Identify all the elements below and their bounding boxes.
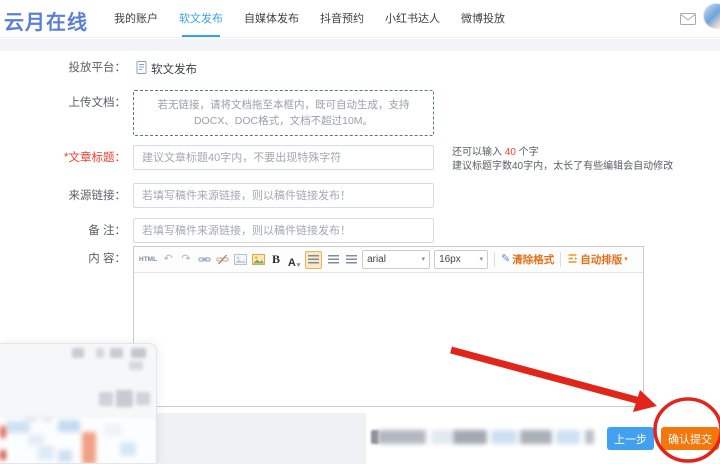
blurred-toolbar-block xyxy=(131,348,146,358)
upload-dropzone[interactable]: 若无链接，请将文档拖至本框内，既可自动生成，支持DOCX、DOC格式，文档不超过… xyxy=(133,90,434,136)
auto-format-label: 自动排版 xyxy=(580,254,623,266)
align-left-icon xyxy=(308,255,320,264)
caret-down-icon: ▾ xyxy=(421,256,426,263)
counter-count: 40 xyxy=(504,147,516,158)
auto-format-button[interactable]: 自动排版 ▾ xyxy=(567,251,628,269)
font-size-value: 16px xyxy=(439,254,461,265)
previous-step-button[interactable]: 上一步 xyxy=(607,427,654,450)
blurred-content-block xyxy=(116,390,133,407)
editor-content-area[interactable] xyxy=(134,273,643,406)
font-family-value: arial xyxy=(367,254,386,265)
font-color-letter: A xyxy=(287,256,296,269)
blurred-thumbnail-area xyxy=(0,418,155,463)
caret-down-icon: ▾ xyxy=(296,261,301,269)
nav-item-article-publish[interactable]: 软文发布 xyxy=(179,0,223,38)
source-label: 来源链接： xyxy=(68,190,127,202)
image-icon[interactable] xyxy=(233,251,247,269)
counter-suffix: 个字 xyxy=(515,147,539,158)
remark-label: 备 注： xyxy=(88,225,126,237)
nav-item-xiaohongshu[interactable]: 小红书达人 xyxy=(385,0,440,38)
blurred-content-block xyxy=(99,392,113,406)
blurred-toolbar-block xyxy=(129,361,143,370)
counter-note: 建议标题字数40字内，太长了有些编辑会自动修改 xyxy=(452,160,674,172)
source-link-input[interactable] xyxy=(133,183,434,208)
auto-format-icon xyxy=(567,251,578,269)
nav-item-label: 自媒体发布 xyxy=(244,13,299,25)
content-label: 内 容： xyxy=(88,253,126,265)
html-source-button[interactable]: HTML xyxy=(139,251,157,269)
bold-button[interactable]: B xyxy=(269,251,283,269)
platform-value: 软文发布 xyxy=(136,61,197,77)
title-input[interactable] xyxy=(133,145,434,170)
top-navbar: 云月在线 我的账户 软文发布 自媒体发布 抖音预约 小红书达人 微博投放 xyxy=(0,0,720,38)
nav-item-weibo[interactable]: 微博投放 xyxy=(461,0,505,38)
nav-item-label: 抖音预约 xyxy=(320,13,364,25)
counter-prefix: 还可以输入 xyxy=(452,147,505,158)
align-right-icon xyxy=(345,255,357,264)
user-avatar[interactable] xyxy=(703,3,720,29)
font-color-button[interactable]: A ▾ xyxy=(287,251,301,269)
main-menu: 我的账户 软文发布 自媒体发布 抖音预约 小红书达人 微博投放 xyxy=(114,0,505,38)
clear-format-button[interactable]: ✎ 清除格式 xyxy=(501,252,554,267)
clear-format-label: 清除格式 xyxy=(512,254,555,266)
platform-value-text: 软文发布 xyxy=(151,64,197,76)
align-right-button[interactable] xyxy=(344,251,358,269)
nav-item-label: 软文发布 xyxy=(179,13,223,25)
redo-icon[interactable]: ↷ xyxy=(179,251,193,269)
align-center-button[interactable] xyxy=(326,251,340,269)
title-counter: 还可以输入 40 个字 建议标题字数40字内，太长了有些编辑会自动修改 xyxy=(452,146,673,173)
link-icon[interactable] xyxy=(197,251,211,269)
document-icon xyxy=(136,61,147,77)
font-size-select[interactable]: 16px ▾ xyxy=(434,250,489,269)
confirm-submit-button[interactable]: 确认提交 xyxy=(661,427,719,450)
unlink-icon[interactable] xyxy=(215,251,229,269)
blurred-content-block xyxy=(136,392,150,405)
blurred-toolbar-block xyxy=(96,348,104,358)
redacted-text xyxy=(431,430,453,444)
nav-item-label: 微博投放 xyxy=(461,13,505,25)
active-tab-underline xyxy=(182,35,220,37)
page: 云月在线 我的账户 软文发布 自媒体发布 抖音预约 小红书达人 微博投放 投放平… xyxy=(0,0,720,464)
redacted-text xyxy=(556,430,580,444)
redacted-text xyxy=(491,430,517,444)
nav-item-selfmedia-publish[interactable]: 自媒体发布 xyxy=(244,0,299,38)
rich-text-editor: HTML ↶ ↷ B A ▾ arial ▾ 16px ▾ ✎ 清除格式 自动排… xyxy=(133,246,644,407)
platform-label: 投放平台： xyxy=(68,62,127,74)
nav-item-label: 小红书达人 xyxy=(385,13,440,25)
title-label: *文章标题： xyxy=(64,152,126,164)
insert-image-icon[interactable] xyxy=(251,251,265,269)
nav-item-douyin-booking[interactable]: 抖音预约 xyxy=(320,0,364,38)
pen-icon: ✎ xyxy=(501,253,511,265)
blurred-toolbar-block xyxy=(72,348,84,358)
mail-icon[interactable] xyxy=(680,12,696,30)
align-center-icon xyxy=(327,255,339,264)
caret-down-icon: ▾ xyxy=(624,256,628,263)
nav-item-account[interactable]: 我的账户 xyxy=(114,0,158,38)
redacted-text xyxy=(453,430,487,444)
redacted-text xyxy=(378,430,426,444)
remark-input[interactable] xyxy=(133,218,434,243)
undo-icon[interactable]: ↶ xyxy=(161,251,175,269)
redacted-text xyxy=(520,430,552,444)
brand-logo[interactable]: 云月在线 xyxy=(4,6,88,35)
blurred-toolbar-block xyxy=(110,348,123,358)
upload-label: 上传文档： xyxy=(68,97,127,109)
overlay-window xyxy=(0,343,157,464)
align-left-button[interactable] xyxy=(305,250,323,269)
editor-toolbar: HTML ↶ ↷ B A ▾ arial ▾ 16px ▾ ✎ 清除格式 自动排… xyxy=(134,247,643,273)
redacted-text xyxy=(585,430,594,444)
font-family-select[interactable]: arial ▾ xyxy=(362,250,431,269)
nav-item-label: 我的账户 xyxy=(114,13,158,25)
counter-line: 还可以输入 40 个字 xyxy=(452,146,673,160)
toolbar-divider xyxy=(494,252,496,267)
caret-down-icon: ▾ xyxy=(479,256,484,263)
toolbar-divider xyxy=(560,252,562,267)
page-background-band xyxy=(0,39,720,51)
